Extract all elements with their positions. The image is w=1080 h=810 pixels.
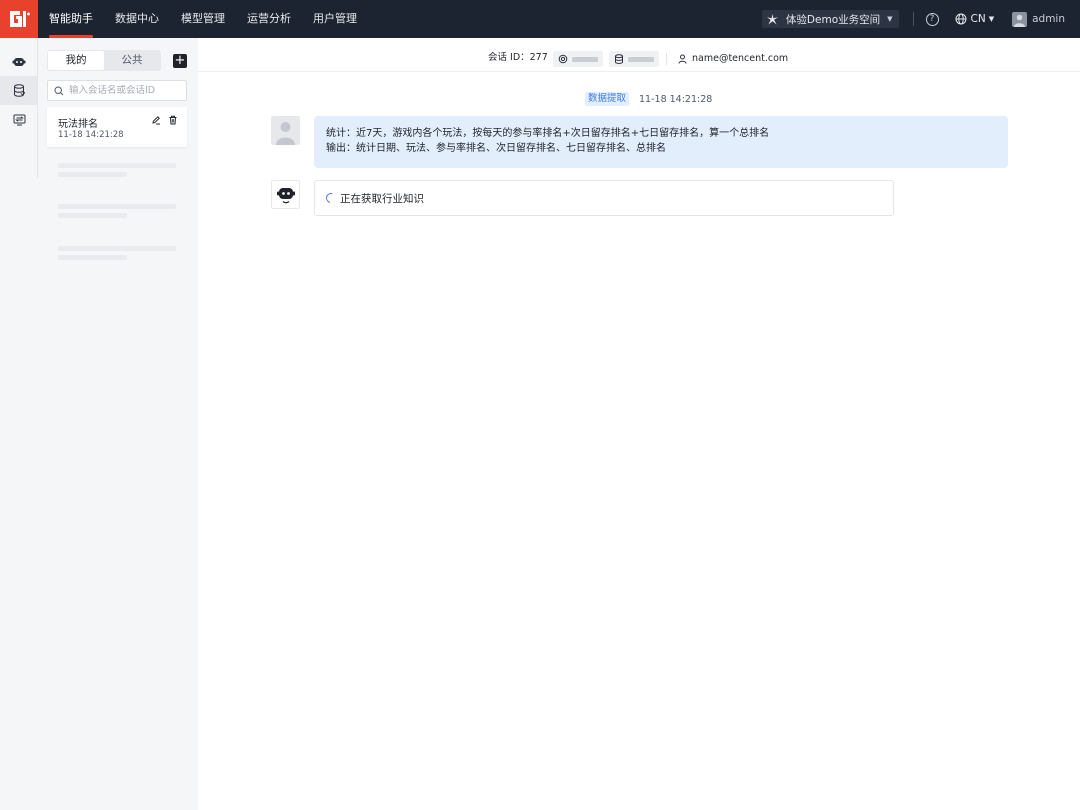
nav-item-data-center[interactable]: 数据中心: [104, 0, 170, 38]
language-label: CN: [970, 13, 986, 25]
user-message-line: 统计：近7天，游戏内各个玩法，按每天的参与率排名+次日留存排名+七日留存排名，算…: [326, 128, 770, 139]
session-search: [47, 80, 187, 101]
session-time: 11-18 14:21:28: [58, 130, 124, 140]
model-name-placeholder: [572, 56, 598, 62]
user-message: 统计：近7天，游戏内各个玩法，按每天的参与率排名+次日留存排名+七日留存排名，算…: [314, 116, 1008, 168]
user-message-line: 输出：统计日期、玩法、参与率排名、次日留存排名、七日留存排名、总排名: [326, 143, 666, 154]
top-navbar: 智能助手 数据中心 模型管理 运营分析 用户管理 体验Demo业务空间 ▼ ? …: [0, 0, 1080, 38]
database-icon: [14, 84, 25, 97]
session-item[interactable]: 玩法排名 11-18 14:21:28: [47, 107, 187, 147]
nav-item-user-management[interactable]: 用户管理: [302, 0, 368, 38]
divider: [912, 12, 914, 26]
user-email-text: name@tencent.com: [692, 53, 789, 64]
session-id-label: 会话 ID：: [488, 52, 530, 63]
divider: [666, 53, 667, 65]
caret-down-icon: ▼: [988, 15, 995, 23]
session-tabs: 我的 公共: [47, 50, 161, 71]
add-session-button[interactable]: +: [173, 54, 187, 68]
delete-icon[interactable]: [168, 115, 178, 125]
transfer-icon: [13, 114, 25, 125]
nav-item-operation-analysis[interactable]: 运营分析: [236, 0, 302, 38]
task-type-badge: 数据提取: [585, 92, 630, 106]
caret-down-icon: ▼: [887, 15, 893, 23]
bot-status-text: 正在获取行业知识: [340, 192, 424, 205]
bot-message: 正在获取行业知识: [314, 180, 894, 216]
session-id-value: 277: [529, 52, 548, 63]
rail-item-assistant[interactable]: [0, 47, 38, 76]
search-input[interactable]: [69, 85, 179, 96]
user-email: name@tencent.com: [678, 53, 788, 64]
model-chip[interactable]: [553, 51, 603, 67]
database-name-placeholder: [628, 56, 654, 62]
user-avatar-icon: [1012, 11, 1028, 27]
rail-item-data[interactable]: [0, 76, 38, 105]
user-name: admin: [1032, 13, 1065, 25]
user-avatar: [271, 116, 300, 145]
user-icon: [678, 54, 687, 64]
nav-item-model-management[interactable]: 模型管理: [170, 0, 236, 38]
robot-icon: [276, 187, 295, 203]
rail-item-transfer[interactable]: [0, 105, 38, 134]
message-meta: 数据提取 11-18 14:21:28: [585, 92, 712, 106]
edit-icon[interactable]: [151, 115, 161, 125]
skeleton-line: [58, 246, 176, 251]
model-icon: [558, 54, 568, 64]
chat-area: 会话 ID：277 name@tencent.com 数据提取 11-18 14…: [198, 38, 1080, 810]
database-chip[interactable]: [609, 51, 659, 67]
globe-icon: [955, 13, 967, 25]
session-id: 会话 ID：277: [488, 49, 548, 63]
tab-mine[interactable]: 我的: [48, 51, 104, 70]
bot-avatar: [271, 180, 300, 209]
main-nav: 智能助手 数据中心 模型管理 运营分析 用户管理: [38, 0, 368, 38]
session-title: 玩法排名: [58, 119, 98, 130]
skeleton-line: [58, 163, 176, 168]
session-info-bar: 会话 ID：277 name@tencent.com: [198, 38, 1080, 72]
icon-rail: [0, 38, 38, 810]
language-selector[interactable]: CN ▼: [955, 13, 995, 25]
skeleton-line: [58, 204, 176, 209]
skeleton-line: [58, 213, 127, 218]
session-panel: 我的 公共 + 玩法排名 11-18 14:21:28: [38, 38, 198, 810]
workspace-name: 体验Demo业务空间: [785, 13, 881, 26]
message-time: 11-18 14:21:28: [639, 93, 713, 105]
search-icon: [54, 85, 64, 95]
help-icon[interactable]: ?: [925, 12, 939, 26]
workspace-icon: [766, 12, 780, 26]
skeleton-line: [58, 172, 127, 177]
loading-spinner-icon: [324, 191, 338, 205]
robot-icon: [12, 57, 26, 66]
workspace-selector[interactable]: 体验Demo业务空间 ▼: [761, 10, 899, 28]
logo-icon[interactable]: [0, 0, 38, 38]
skeleton-line: [58, 255, 127, 260]
database-icon: [615, 54, 623, 64]
user-menu[interactable]: admin: [1012, 11, 1065, 27]
tab-public[interactable]: 公共: [104, 51, 160, 70]
nav-item-assistant[interactable]: 智能助手: [38, 0, 104, 38]
